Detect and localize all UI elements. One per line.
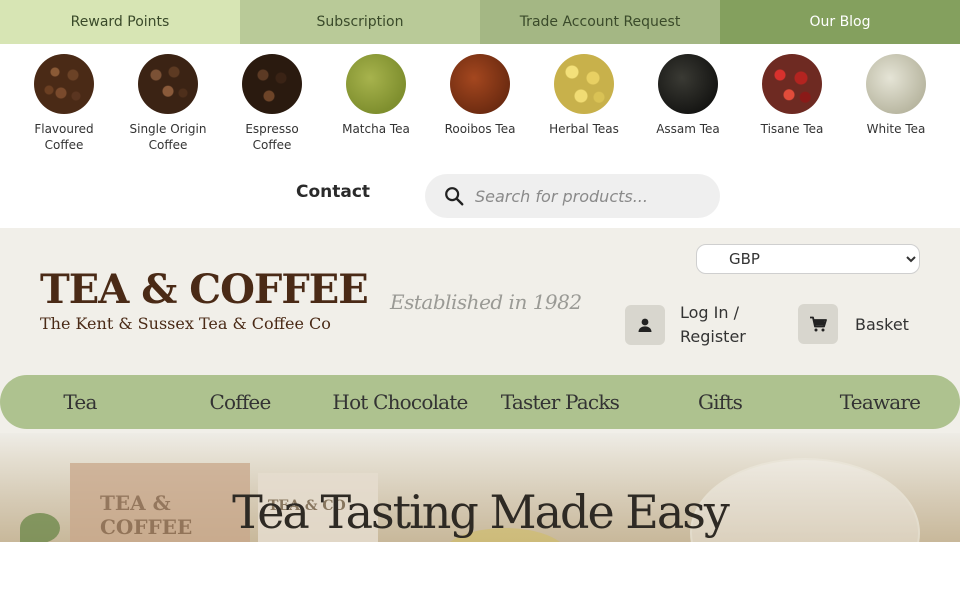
cart-icon bbox=[798, 304, 838, 344]
category-flavoured-coffee[interactable]: Flavoured Coffee bbox=[12, 54, 116, 164]
category-label: Matcha Tea bbox=[342, 122, 410, 136]
coffee-beans-icon bbox=[138, 54, 198, 114]
nav-item-taster-packs[interactable]: Taster Packs bbox=[480, 375, 640, 429]
search-row: Contact bbox=[0, 164, 960, 228]
category-single-origin-coffee[interactable]: Single Origin Coffee bbox=[116, 54, 220, 164]
nav-item-tea[interactable]: Tea bbox=[0, 375, 160, 429]
tagline: Established in 1982 bbox=[390, 290, 582, 314]
logo-main-text: TEA & COFFEE bbox=[40, 266, 369, 313]
promo-bar: Reward Points Subscription Trade Account… bbox=[0, 0, 960, 44]
nav-item-teaware[interactable]: Teaware bbox=[800, 375, 960, 429]
trade-account-link[interactable]: Trade Account Request bbox=[480, 0, 720, 44]
matcha-powder-icon bbox=[346, 54, 406, 114]
category-rooibos-tea[interactable]: Rooibos Tea bbox=[428, 54, 532, 164]
currency-select[interactable]: GBP bbox=[696, 244, 920, 274]
fruit-tisane-icon bbox=[762, 54, 822, 114]
basket-label: Basket bbox=[855, 314, 909, 334]
hero-headline: Tea Tasting Made Easy bbox=[232, 485, 730, 539]
white-tea-leaves-icon bbox=[866, 54, 926, 114]
site-header: TEA & COFFEE The Kent & Sussex Tea & Cof… bbox=[0, 228, 960, 375]
reward-points-link[interactable]: Reward Points bbox=[0, 0, 240, 44]
nav-item-coffee[interactable]: Coffee bbox=[160, 375, 320, 429]
category-label: Herbal Teas bbox=[549, 122, 619, 136]
coffee-beans-icon bbox=[242, 54, 302, 114]
category-label: Single Origin Coffee bbox=[129, 122, 207, 152]
rooibos-leaves-icon bbox=[450, 54, 510, 114]
search-icon[interactable] bbox=[443, 185, 465, 207]
brand-logo[interactable]: TEA & COFFEE The Kent & Sussex Tea & Cof… bbox=[40, 266, 369, 334]
category-espresso-coffee[interactable]: Espresso Coffee bbox=[220, 54, 324, 164]
search-bar[interactable] bbox=[425, 174, 720, 218]
subscription-link[interactable]: Subscription bbox=[240, 0, 480, 44]
category-matcha-tea[interactable]: Matcha Tea bbox=[324, 54, 428, 164]
logo-sub-text: The Kent & Sussex Tea & Coffee Co bbox=[40, 314, 331, 333]
category-white-tea[interactable]: White Tea bbox=[844, 54, 948, 164]
category-herbal-teas[interactable]: Herbal Teas bbox=[532, 54, 636, 164]
category-tisane-tea[interactable]: Tisane Tea bbox=[740, 54, 844, 164]
contact-link[interactable]: Contact bbox=[296, 182, 370, 202]
nav-item-hot-chocolate[interactable]: Hot Chocolate bbox=[320, 375, 480, 429]
nav-item-gifts[interactable]: Gifts bbox=[640, 375, 800, 429]
category-shortcuts: Flavoured Coffee Single Origin Coffee Es… bbox=[0, 44, 960, 164]
main-nav-wrapper: Tea Coffee Hot Chocolate Taster Packs Gi… bbox=[0, 375, 960, 433]
category-label: White Tea bbox=[866, 122, 926, 136]
category-label: Tisane Tea bbox=[760, 122, 824, 136]
category-label: Assam Tea bbox=[656, 122, 720, 136]
login-label: Log In / Register bbox=[680, 303, 746, 346]
category-label: Espresso Coffee bbox=[245, 122, 299, 152]
main-nav: Tea Coffee Hot Chocolate Taster Packs Gi… bbox=[0, 375, 960, 429]
black-tea-leaves-icon bbox=[658, 54, 718, 114]
category-label: Flavoured Coffee bbox=[34, 122, 94, 152]
blog-link[interactable]: Our Blog bbox=[720, 0, 960, 44]
category-label: Rooibos Tea bbox=[444, 122, 516, 136]
hero-banner[interactable]: TEA & COFFEE TEA & CO Tea Tasting Made E… bbox=[0, 433, 960, 542]
basket-link[interactable]: Basket bbox=[798, 304, 909, 344]
chamomile-flowers-icon bbox=[554, 54, 614, 114]
search-input[interactable] bbox=[475, 186, 705, 206]
user-icon bbox=[625, 305, 665, 345]
coffee-beans-icon bbox=[34, 54, 94, 114]
login-register-link[interactable]: Log In / Register bbox=[625, 301, 746, 349]
category-assam-tea[interactable]: Assam Tea bbox=[636, 54, 740, 164]
